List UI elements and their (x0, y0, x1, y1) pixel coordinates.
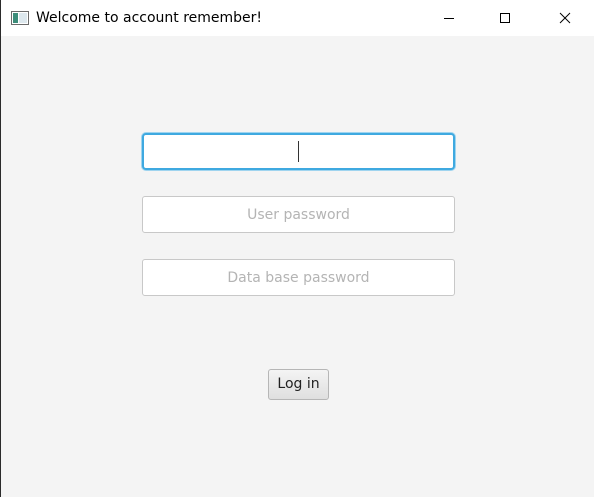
maximize-button[interactable] (482, 0, 528, 36)
text-caret (298, 141, 299, 162)
minimize-button[interactable] (426, 0, 472, 36)
app-window: Welcome to account remember! Log in (0, 0, 594, 497)
close-button[interactable] (542, 0, 588, 36)
database-password-input[interactable] (142, 259, 455, 296)
user-password-input[interactable] (142, 196, 455, 233)
title-bar[interactable]: Welcome to account remember! (1, 0, 594, 36)
maximize-icon (499, 12, 511, 24)
app-window-icon (11, 10, 29, 25)
close-icon (559, 12, 571, 24)
window-title: Welcome to account remember! (36, 10, 263, 26)
login-button[interactable]: Log in (268, 369, 329, 400)
minimize-icon (443, 12, 455, 24)
